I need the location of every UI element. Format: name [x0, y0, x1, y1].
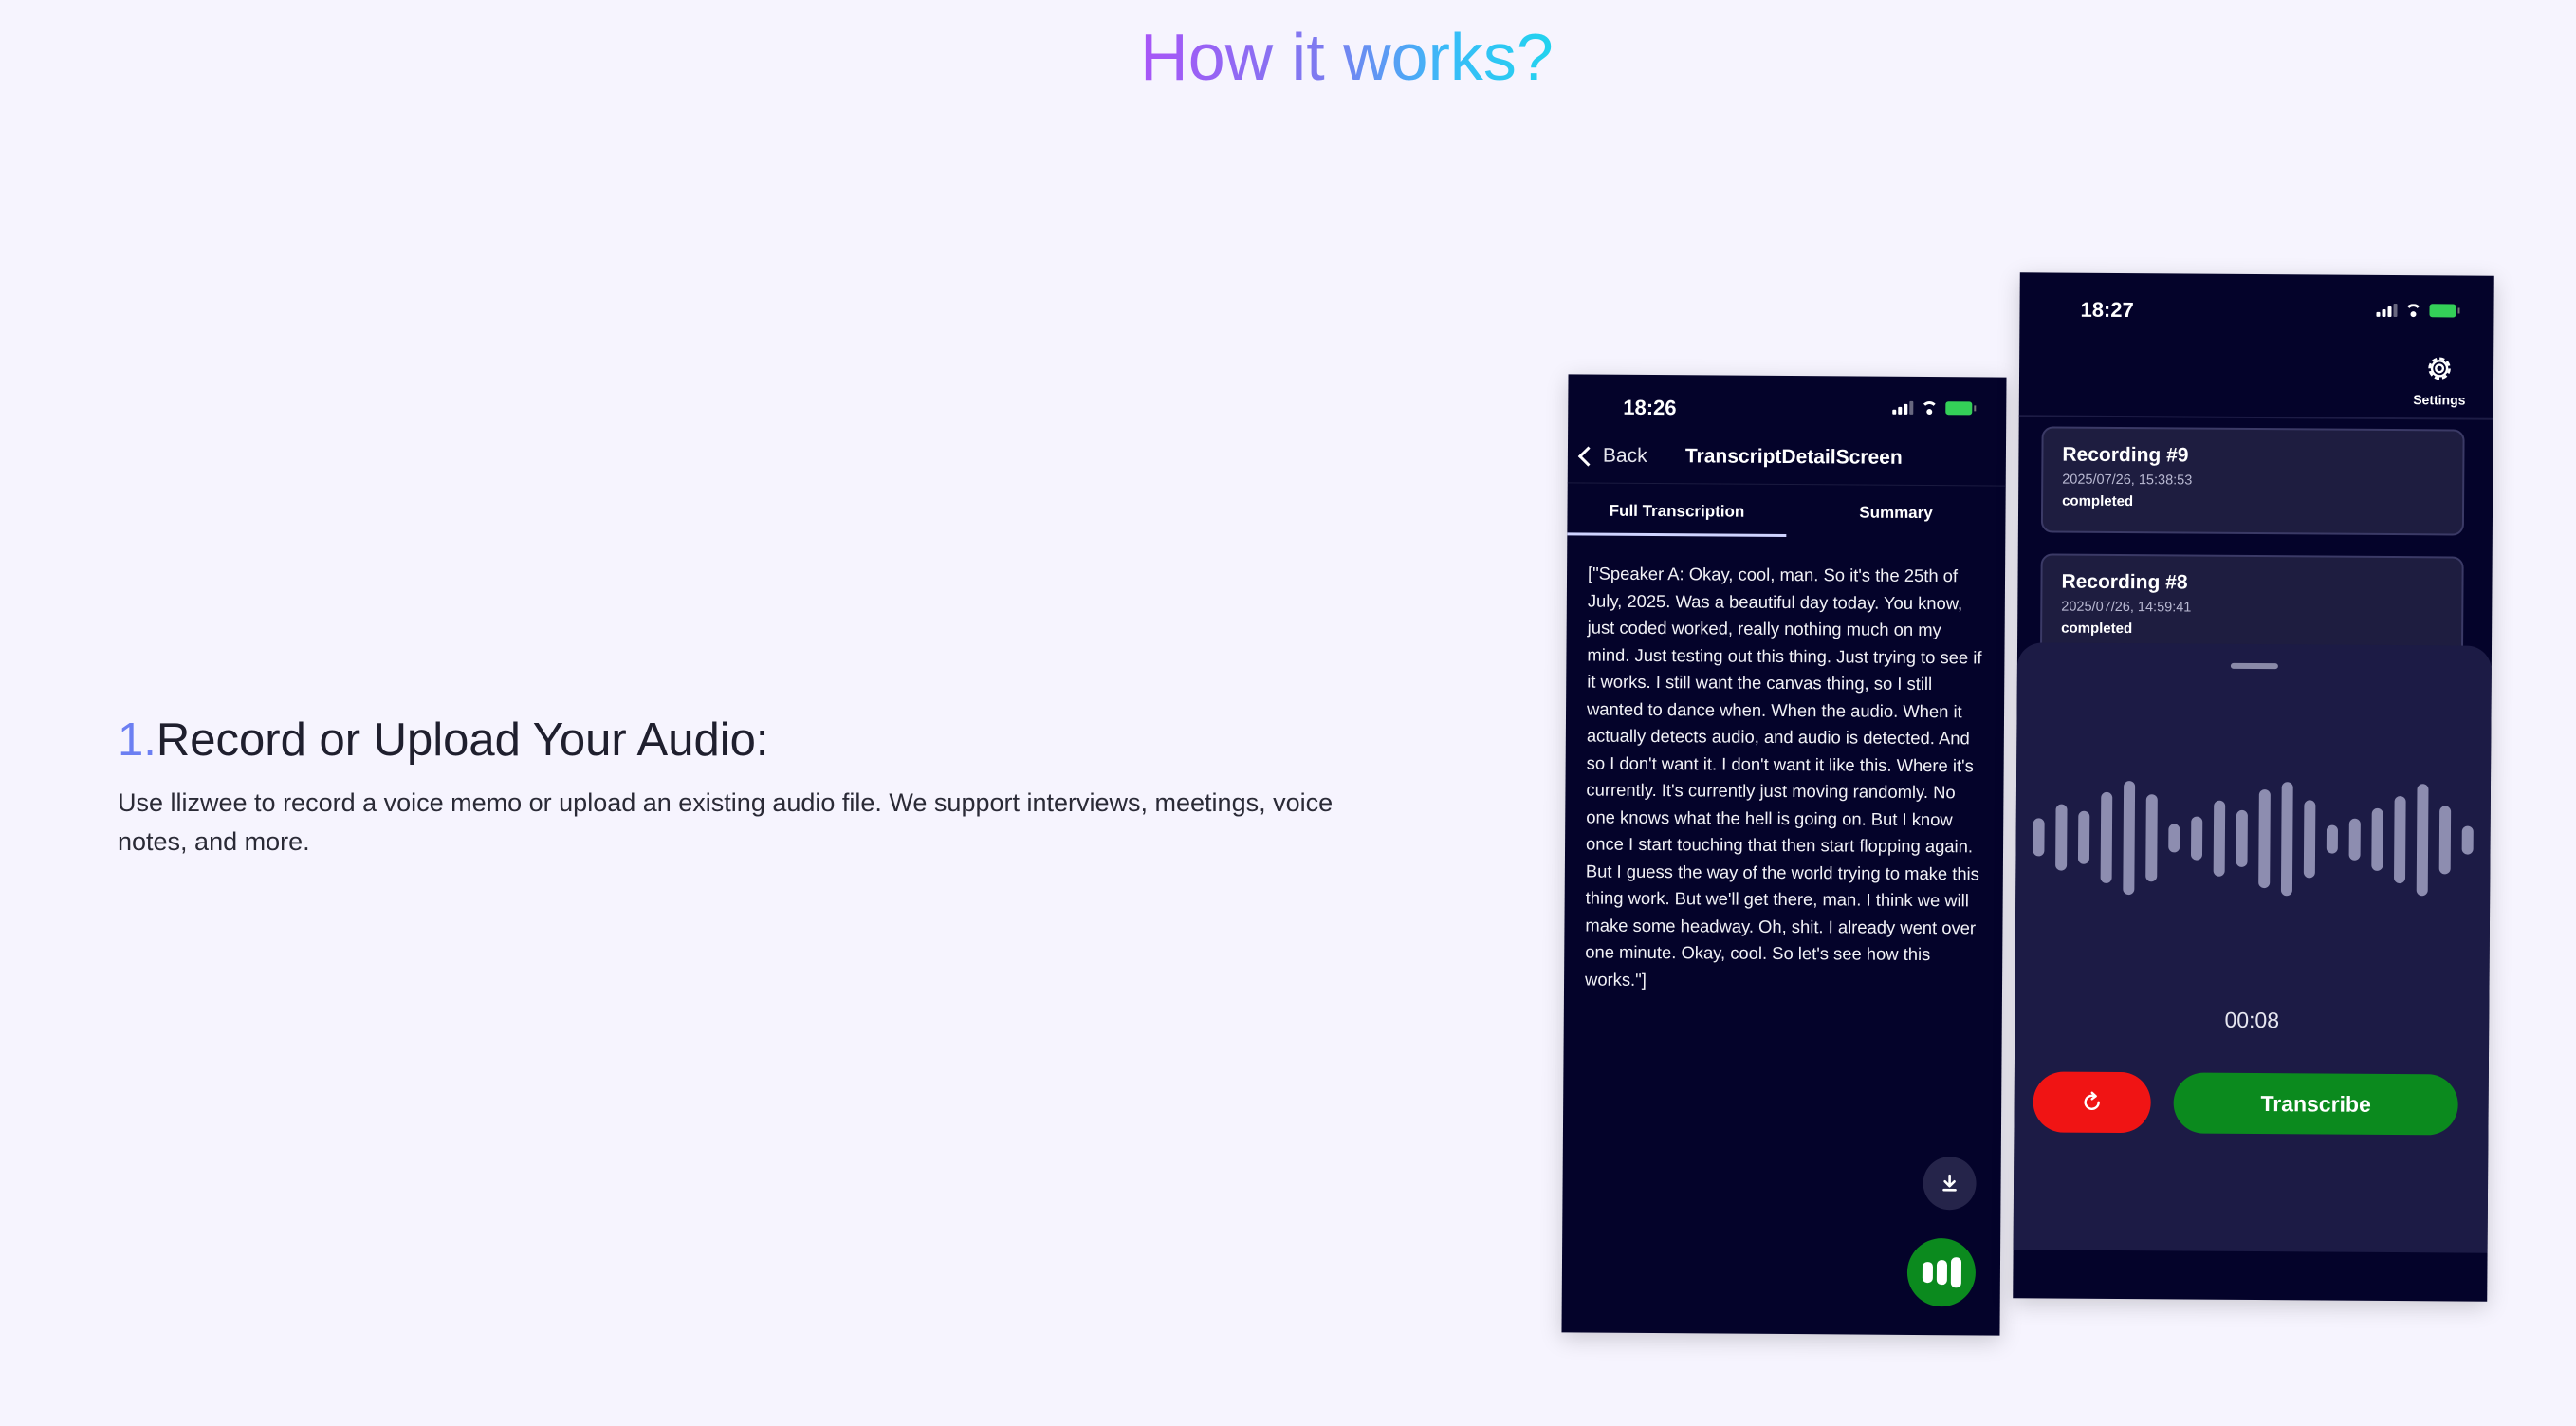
status-bar: 18:26 [1568, 374, 2006, 434]
page-title-text: How it works? [1140, 20, 1554, 94]
recording-title: Recording #9 [2062, 443, 2189, 467]
waveform-bar [2168, 824, 2180, 853]
recording-status: completed [2062, 492, 2134, 510]
screen-title: TranscriptDetailScreen [1684, 445, 1903, 469]
audio-bars-icon [1922, 1257, 1961, 1288]
step-heading: 1.Record or Upload Your Audio: [118, 710, 1351, 770]
transcript-text: ["Speaker A: Okay, cool, man. So it's th… [1585, 563, 1982, 990]
back-button[interactable]: Back [1577, 444, 1647, 467]
signal-icon [2376, 304, 2398, 318]
waveform-bar [2077, 810, 2090, 864]
waveform-bar [2191, 816, 2203, 861]
signal-icon [1892, 400, 1914, 415]
battery-icon [1945, 401, 1973, 416]
wifi-icon [1921, 401, 1938, 415]
waveform-bar [2416, 784, 2429, 897]
waveform-bar [2326, 824, 2338, 854]
step-heading-text: Record or Upload Your Audio: [156, 714, 769, 766]
download-button[interactable] [1923, 1157, 1977, 1211]
waveform-bar [2033, 818, 2045, 857]
status-icons [2376, 304, 2456, 318]
recording-title: Recording #8 [2061, 570, 2188, 594]
recording-date: 2025/07/26, 14:59:41 [2061, 599, 2192, 616]
tab-summary[interactable]: Summary [1786, 491, 2005, 539]
waveform-bar [2394, 796, 2406, 884]
waveform-bar [2371, 807, 2383, 871]
waveform-bar [2123, 781, 2136, 896]
recording-timer: 00:08 [2224, 1007, 2280, 1033]
step-number: 1. [118, 714, 156, 766]
waveform-bar [2100, 791, 2113, 883]
back-label: Back [1602, 444, 1647, 467]
waveform-bar [2258, 789, 2271, 889]
transcript-phone-screenshot: 18:26 Back TranscriptDetailScreen Full T… [1561, 374, 2007, 1336]
status-time: 18:27 [2080, 297, 2134, 323]
battery-icon [2429, 304, 2456, 318]
recorder-sheet: 00:08 Transcribe [2013, 642, 2493, 1253]
waveform-bar [2303, 800, 2316, 879]
download-icon [1942, 1174, 1957, 1192]
waveform [2033, 781, 2474, 897]
waveform-bar [2145, 794, 2158, 882]
waveform-bar [2055, 804, 2068, 871]
refresh-icon [2084, 1091, 2100, 1111]
step-section: 1.Record or Upload Your Audio: Use llizw… [118, 710, 1351, 861]
waveform-bar [2236, 809, 2248, 867]
status-bar: 18:27 [2019, 272, 2493, 332]
waveform-bar [2438, 806, 2452, 875]
waveform-bar [2280, 782, 2293, 897]
tab-bar: Full Transcription Summary [1567, 490, 2005, 538]
tab-full-transcription[interactable]: Full Transcription [1567, 490, 1787, 538]
record-button[interactable] [1906, 1237, 1977, 1307]
reset-button[interactable] [2033, 1071, 2151, 1134]
status-time: 18:26 [1623, 395, 1677, 420]
recording-status: completed [2061, 620, 2133, 638]
transcribe-button[interactable]: Transcribe [2173, 1072, 2458, 1136]
chevron-left-icon [1577, 445, 1599, 467]
header-divider [2018, 415, 2493, 420]
waveform-bar [2461, 825, 2474, 855]
status-icons [1892, 400, 1973, 416]
waveform-bar [2213, 800, 2226, 877]
waveform-bar [2348, 818, 2361, 861]
step-description: Use llizwee to record a voice memo or up… [118, 788, 1334, 856]
recording-card[interactable]: Recording #9 2025/07/26, 15:38:53 comple… [2040, 426, 2465, 536]
recording-phone-screenshot: 18:27 Settings Recording #9 2025/07/26, … [2013, 272, 2494, 1302]
sheet-handle[interactable] [2230, 662, 2278, 670]
wifi-icon [2404, 304, 2421, 317]
gear-icon [2428, 357, 2451, 380]
settings-label: Settings [2413, 392, 2466, 408]
nav-bar: Back TranscriptDetailScreen [1567, 438, 2007, 487]
recording-date: 2025/07/26, 15:38:53 [2062, 472, 2193, 489]
settings-button[interactable]: Settings [2406, 351, 2473, 408]
page-title: How it works? [0, 17, 2576, 98]
